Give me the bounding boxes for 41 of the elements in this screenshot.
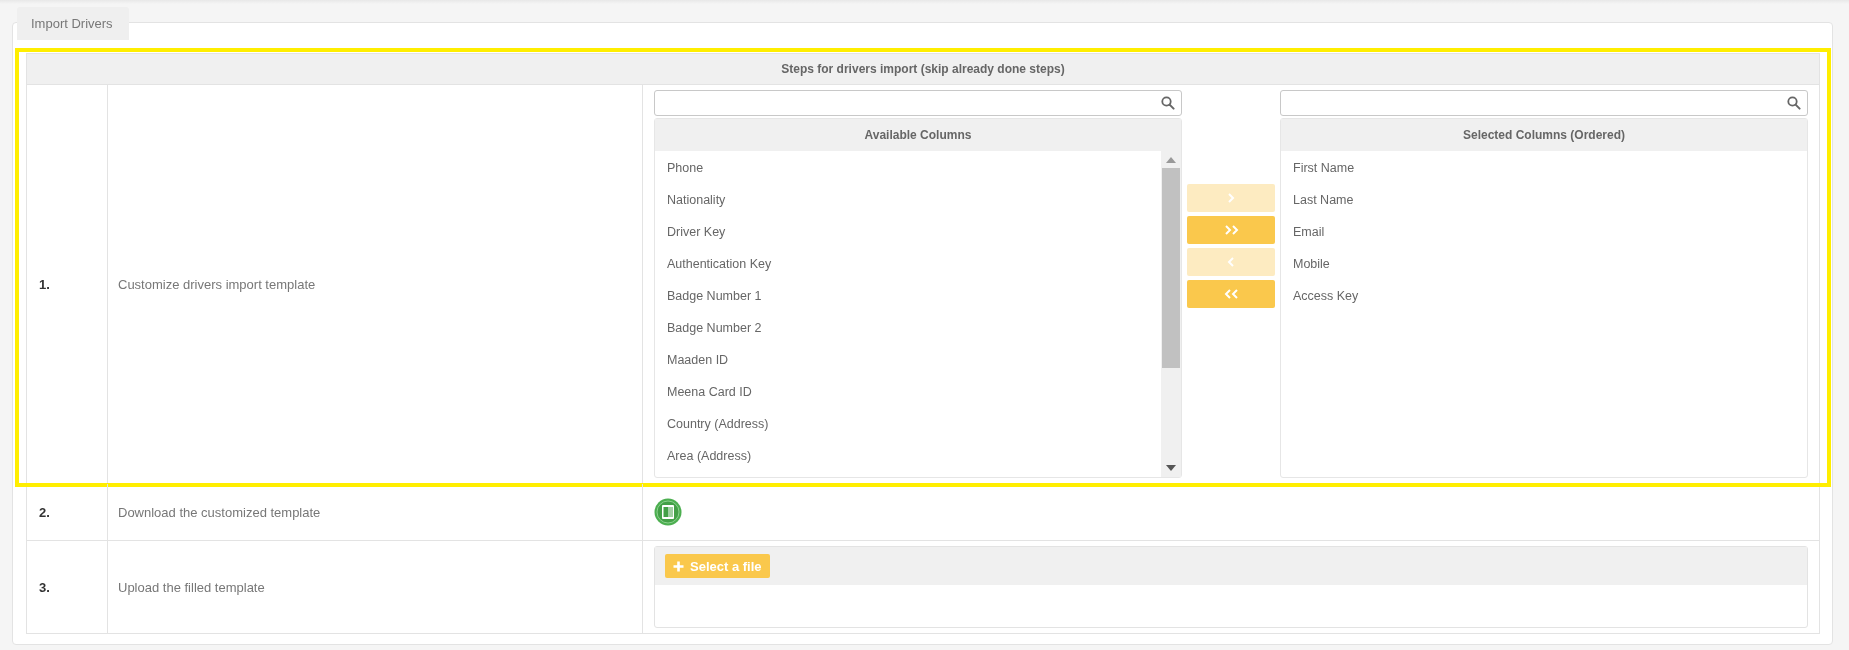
search-icon xyxy=(1787,96,1801,110)
chevron-right-icon xyxy=(1226,193,1236,203)
list-item[interactable]: Driver Key xyxy=(655,216,1161,248)
scrollbar-thumb[interactable] xyxy=(1162,168,1180,368)
step-description: Customize drivers import template xyxy=(108,85,643,483)
list-item[interactable]: Badge Number 1 xyxy=(655,280,1161,312)
list-item[interactable]: Maaden ID xyxy=(655,344,1161,376)
step-number: 1. xyxy=(27,85,108,483)
list-item[interactable]: Badge Number 2 xyxy=(655,312,1161,344)
list-item[interactable]: Mobile xyxy=(1281,248,1807,280)
double-chevron-left-icon xyxy=(1223,289,1239,299)
list-item[interactable]: Meena Card ID xyxy=(655,376,1161,408)
remove-all-button[interactable] xyxy=(1187,280,1275,308)
scroll-down-icon xyxy=(1166,465,1176,471)
double-chevron-right-icon xyxy=(1223,225,1239,235)
search-icon xyxy=(1161,96,1175,110)
list-item[interactable]: Area (Address) xyxy=(655,440,1161,472)
scrollbar[interactable] xyxy=(1161,151,1181,477)
list-item[interactable]: Nationality xyxy=(655,184,1161,216)
list-item[interactable]: Phone xyxy=(655,152,1161,184)
step-number: 2. xyxy=(27,484,108,540)
table-title: Steps for drivers import (skip already done steps) xyxy=(27,54,1819,85)
list-item[interactable]: Email xyxy=(1281,216,1807,248)
list-item[interactable]: Country (Address) xyxy=(655,408,1161,440)
list-item[interactable]: First Name xyxy=(1281,152,1807,184)
search-field[interactable] xyxy=(1280,90,1808,116)
spreadsheet-icon xyxy=(654,498,682,526)
list-heading: Available Columns xyxy=(655,119,1181,151)
step-description: Download the customized template xyxy=(108,484,643,540)
plus-icon xyxy=(673,560,684,572)
import-drivers-tab[interactable]: Import Drivers xyxy=(17,7,129,40)
list-item[interactable]: Authentication Key xyxy=(655,248,1161,280)
step-description: Upload the filled template xyxy=(108,541,643,633)
scroll-up-icon xyxy=(1166,157,1176,163)
list-item[interactable]: Access Key xyxy=(1281,280,1807,312)
list-heading: Selected Columns (Ordered) xyxy=(1281,119,1807,151)
list-item[interactable]: Last Name xyxy=(1281,184,1807,216)
add-all-button[interactable] xyxy=(1187,216,1275,244)
step-number: 3. xyxy=(27,541,108,633)
chevron-left-icon xyxy=(1226,257,1236,267)
search-field[interactable] xyxy=(654,90,1182,116)
